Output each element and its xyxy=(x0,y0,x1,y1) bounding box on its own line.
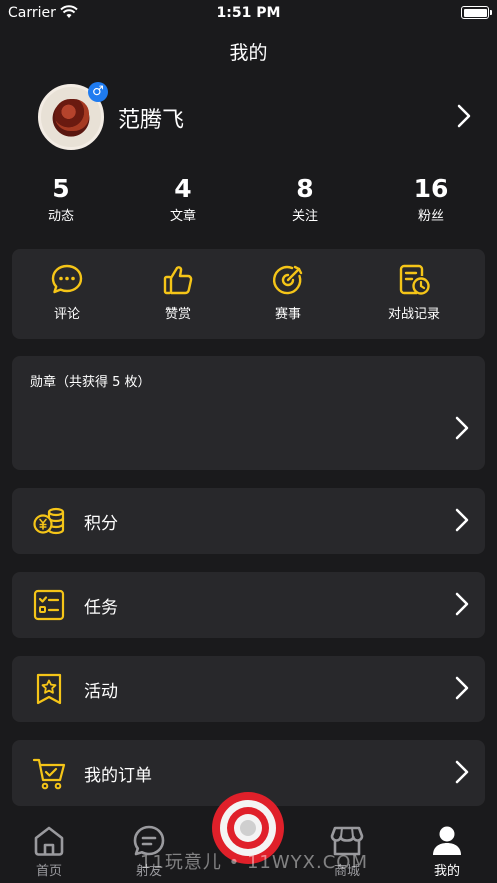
person-icon xyxy=(412,824,482,858)
watermark: 11玩意儿 • 11WYX.COM xyxy=(140,852,368,873)
shopping-cart-icon xyxy=(32,757,66,795)
menu-item-label: 积分 xyxy=(84,514,118,534)
shortcut-rewards[interactable]: 赞赏 xyxy=(123,263,233,322)
stat-label: 粉丝 xyxy=(417,209,444,224)
stat-following[interactable]: 8 关注 xyxy=(265,174,345,225)
shortcut-label: 评论 xyxy=(53,307,80,322)
home-icon xyxy=(14,824,84,858)
chevron-right-icon xyxy=(455,508,469,536)
shortcut-label: 对战记录 xyxy=(387,307,440,322)
profile-header[interactable]: ♂ 范腾飞 xyxy=(0,82,497,154)
menu-item-label: 我的订单 xyxy=(84,766,152,786)
stat-label: 文章 xyxy=(169,209,196,224)
stat-value: 5 xyxy=(52,174,70,203)
chevron-right-icon xyxy=(455,592,469,620)
tab-label: 我的 xyxy=(433,864,460,879)
username: 范腾飞 xyxy=(118,108,185,133)
tab-me[interactable]: 我的 xyxy=(412,824,482,879)
comment-icon xyxy=(12,263,122,297)
shortcut-label: 赞赏 xyxy=(164,307,191,322)
coins-icon xyxy=(32,505,66,541)
stat-followers[interactable]: 16 粉丝 xyxy=(391,174,471,225)
target-dart-icon xyxy=(233,263,343,297)
shortcuts-card: 评论 赞赏 赛事 对战记录 xyxy=(12,249,485,339)
shortcut-label: 赛事 xyxy=(274,307,301,322)
status-bar: Carrier 1:51 PM xyxy=(0,0,497,28)
battle-record-icon xyxy=(358,263,470,297)
shortcut-events[interactable]: 赛事 xyxy=(233,263,343,322)
star-bookmark-icon xyxy=(32,673,66,709)
menu-item-label: 任务 xyxy=(84,598,118,618)
stat-label: 动态 xyxy=(47,209,74,224)
tab-label: 首页 xyxy=(35,864,62,879)
male-gender-icon: ♂ xyxy=(88,82,108,102)
menu-item-points[interactable]: 积分 xyxy=(12,488,485,554)
menu-item-label: 活动 xyxy=(84,682,118,702)
menu-item-tasks[interactable]: 任务 xyxy=(12,572,485,638)
stat-value: 8 xyxy=(296,174,314,203)
stat-label: 关注 xyxy=(291,209,318,224)
shortcut-battle-records[interactable]: 对战记录 xyxy=(358,263,470,322)
menu-item-activities[interactable]: 活动 xyxy=(12,656,485,722)
stat-value: 16 xyxy=(413,174,449,203)
clock: 1:51 PM xyxy=(216,5,281,21)
thumbs-up-icon xyxy=(123,263,233,297)
page-title: 我的 xyxy=(229,42,268,64)
chevron-right-icon[interactable] xyxy=(457,104,471,132)
shortcut-comments[interactable]: 评论 xyxy=(12,263,122,322)
chevron-right-icon xyxy=(455,676,469,704)
chevron-right-icon xyxy=(455,760,469,788)
tab-home[interactable]: 首页 xyxy=(14,824,84,879)
stat-articles[interactable]: 4 文章 xyxy=(143,174,223,225)
medals-title: 勋章（共获得 5 枚） xyxy=(30,375,151,390)
battery-icon xyxy=(461,6,492,19)
task-list-icon xyxy=(32,589,66,625)
stats-row: 5 动态 4 文章 8 关注 16 粉丝 xyxy=(0,175,497,225)
stat-value: 4 xyxy=(174,174,192,203)
chevron-right-icon[interactable] xyxy=(455,416,469,444)
medals-card[interactable]: 勋章（共获得 5 枚） xyxy=(12,356,485,470)
stat-posts[interactable]: 5 动态 xyxy=(21,174,101,225)
